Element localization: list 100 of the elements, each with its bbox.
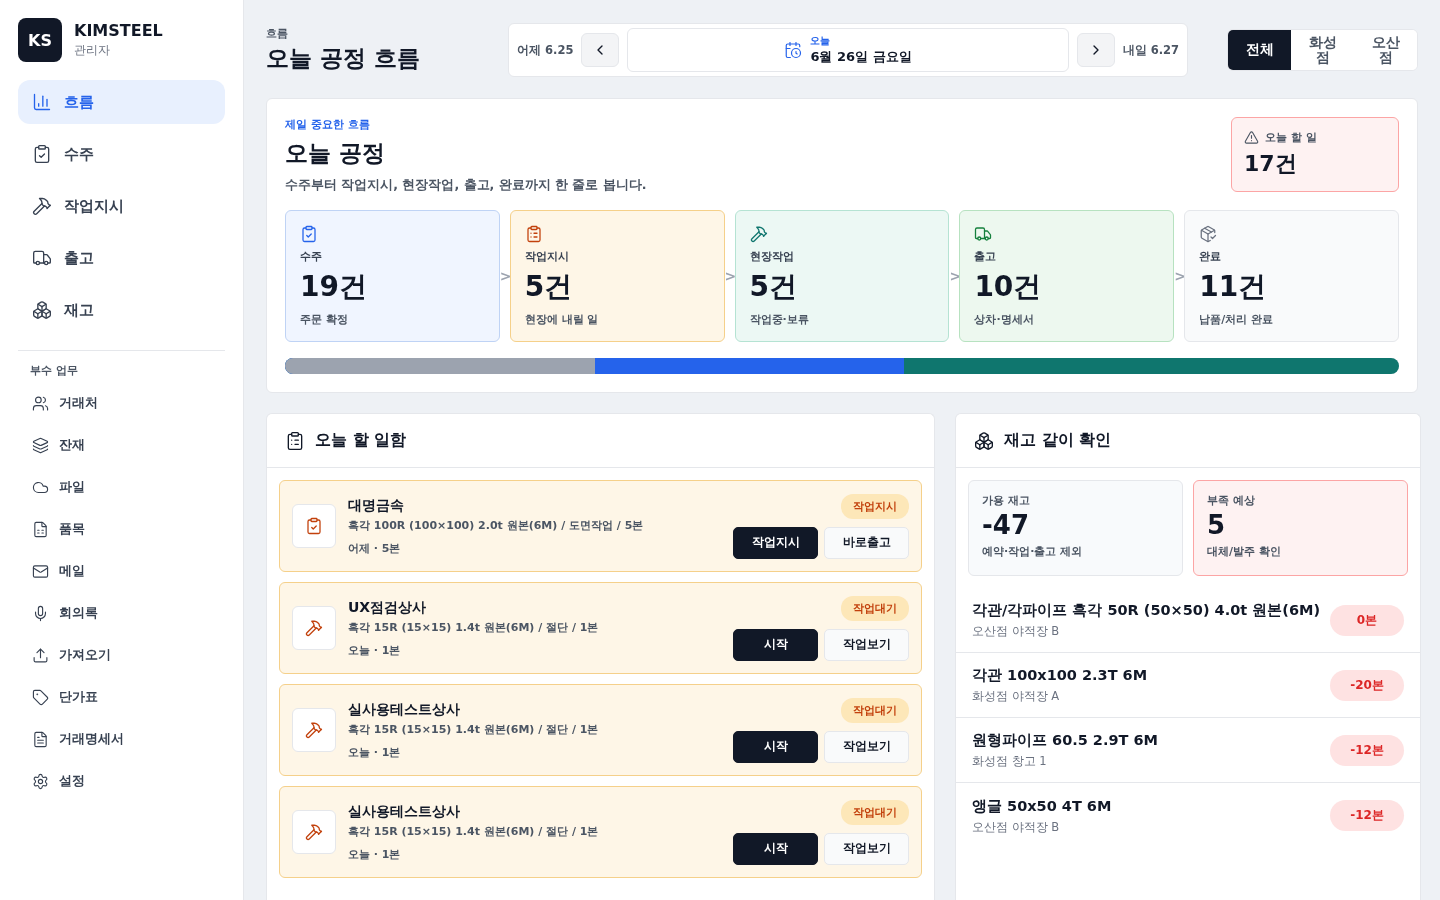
nav-label: 작업지시 [64, 196, 124, 216]
upload-icon [32, 646, 49, 664]
task-detail: 흑각 15R (15×15) 1.4t 원본(6M) / 절단 / 1본 [348, 823, 600, 839]
nav-item[interactable]: 거래명세서 [18, 718, 225, 760]
nav-item[interactable]: 출고 [18, 236, 225, 280]
flow-eyebrow: 제일 중요한 흐름 [285, 117, 371, 132]
alert-value: 17건 [1244, 150, 1298, 178]
stage-count: 19건 [300, 269, 368, 305]
status-badge: 작업대기 [841, 799, 909, 825]
stage-count: 5건 [749, 269, 799, 305]
secondary-button[interactable]: 작업보기 [824, 730, 909, 763]
nav-item[interactable]: 재고 [18, 288, 225, 332]
nav-item[interactable]: 수주 [18, 132, 225, 176]
previous-date: 어제 6.25 [517, 42, 574, 58]
company-name: 대명금속 [348, 496, 405, 515]
task-meta: 오늘 · 1본 [348, 846, 402, 862]
stage-separator: > [1174, 268, 1185, 284]
stage-note: 상차·명세서 [974, 312, 1035, 327]
tag-icon [32, 688, 49, 706]
nav-label: 흐름 [64, 92, 94, 112]
task-detail: 흑각 15R (15×15) 1.4t 원본(6M) / 절단 / 1본 [348, 619, 600, 635]
stage-label: 현장작업 [749, 249, 795, 264]
secondary-button[interactable]: 바로출고 [824, 526, 909, 559]
nav-label: 잔재 [59, 436, 85, 454]
item-location: 화성점 창고 1 [972, 754, 1048, 769]
microphone-icon [32, 604, 49, 622]
secondary-button[interactable]: 작업보기 [824, 832, 909, 865]
stage-note: 작업중·보류 [749, 312, 810, 327]
hammer-icon [32, 196, 52, 216]
today-button[interactable]: 오늘 6월 26일 금요일 [627, 28, 1069, 72]
calendar-icon [784, 41, 803, 59]
nav-item[interactable]: 설정 [18, 760, 225, 802]
nav-label: 설정 [59, 772, 85, 790]
panel-title: 오늘 할 일함 [315, 430, 407, 451]
primary-button[interactable]: 시작 [733, 628, 818, 661]
nav-item[interactable]: 회의록 [18, 592, 225, 634]
nav-label: 재고 [64, 300, 94, 320]
nav-item[interactable]: 작업지시 [18, 184, 225, 228]
primary-button[interactable]: 시작 [733, 832, 818, 865]
hammer-icon [305, 823, 323, 841]
users-icon [32, 394, 49, 412]
stage-label: 완료 [1199, 249, 1223, 264]
boxes-icon [32, 300, 52, 320]
spreadsheet-icon [32, 520, 49, 538]
nav-item[interactable]: 흐름 [18, 80, 225, 124]
document-icon [32, 730, 49, 748]
nav-label: 수주 [64, 144, 94, 164]
user-role: 관리자 [74, 42, 111, 59]
clipboard-list-icon [524, 225, 543, 243]
summary-value: -47 [982, 510, 1030, 540]
clipboard-check-icon [305, 517, 323, 535]
package-check-icon [1199, 225, 1218, 243]
hammer-icon [305, 619, 323, 637]
settings-icon [32, 772, 49, 790]
nav-item[interactable]: 품목 [18, 508, 225, 550]
primary-button[interactable]: 작업지시 [733, 526, 818, 559]
stage-separator: > [499, 268, 510, 284]
brand-name: KIMSTEEL [74, 21, 163, 40]
stage-count: 10건 [974, 269, 1043, 305]
next-button[interactable] [1076, 33, 1115, 67]
nav-item[interactable]: 메일 [18, 550, 225, 592]
nav-item[interactable]: 가져오기 [18, 634, 225, 676]
nav-item[interactable]: 단가표 [18, 676, 225, 718]
nav-label: 회의록 [59, 604, 98, 622]
nav-label: 출고 [64, 248, 94, 268]
stage-count: 5건 [524, 269, 574, 305]
summary-label: 가용 재고 [982, 493, 1031, 508]
summary-note: 대체/발주 확인 [1207, 544, 1282, 559]
nav-item[interactable]: 거래처 [18, 382, 225, 424]
stage-note: 납품/처리 완료 [1199, 312, 1275, 327]
status-badge: 작업지시 [841, 493, 909, 519]
nav-item[interactable]: 파일 [18, 466, 225, 508]
secondary-button[interactable]: 작업보기 [824, 628, 909, 661]
item-name: 각관/각파이프 흑각 50R (50×50) 4.0t 원본(6M) [972, 601, 1321, 620]
branch-tab[interactable]: 전체 [1228, 30, 1291, 70]
panel-title: 재고 같이 확인 [1004, 430, 1112, 451]
nav-label: 품목 [59, 520, 85, 538]
stage-label: 출고 [974, 249, 998, 264]
task-meta: 오늘 · 1본 [348, 744, 402, 760]
stage-count: 11건 [1199, 269, 1268, 305]
flow-description: 수주부터 작업지시, 현장작업, 출고, 완료까지 한 줄로 봅니다. [285, 177, 647, 194]
page-eyebrow: 흐름 [266, 26, 289, 41]
previous-button[interactable] [581, 33, 620, 67]
company-name: 실사용테스트상사 [348, 700, 461, 719]
task-meta: 오늘 · 1본 [348, 642, 402, 658]
primary-button[interactable]: 시작 [733, 730, 818, 763]
page-title: 오늘 공정 흐름 [266, 44, 420, 73]
truck-icon [974, 225, 993, 243]
nav-label: 단가표 [59, 688, 98, 706]
item-location: 화성점 야적장 A [972, 689, 1061, 704]
task-detail: 흑각 15R (15×15) 1.4t 원본(6M) / 절단 / 1본 [348, 721, 600, 737]
summary-value: 5 [1207, 510, 1227, 540]
status-badge: 작업대기 [841, 595, 909, 621]
nav-label: 거래처 [59, 394, 98, 412]
mail-icon [32, 562, 49, 580]
quantity-badge: -20본 [1330, 669, 1405, 701]
status-badge: 작업대기 [841, 697, 909, 723]
nav-item[interactable]: 잔재 [18, 424, 225, 466]
boxes-icon [974, 430, 994, 451]
quantity-badge: -12본 [1330, 734, 1405, 766]
